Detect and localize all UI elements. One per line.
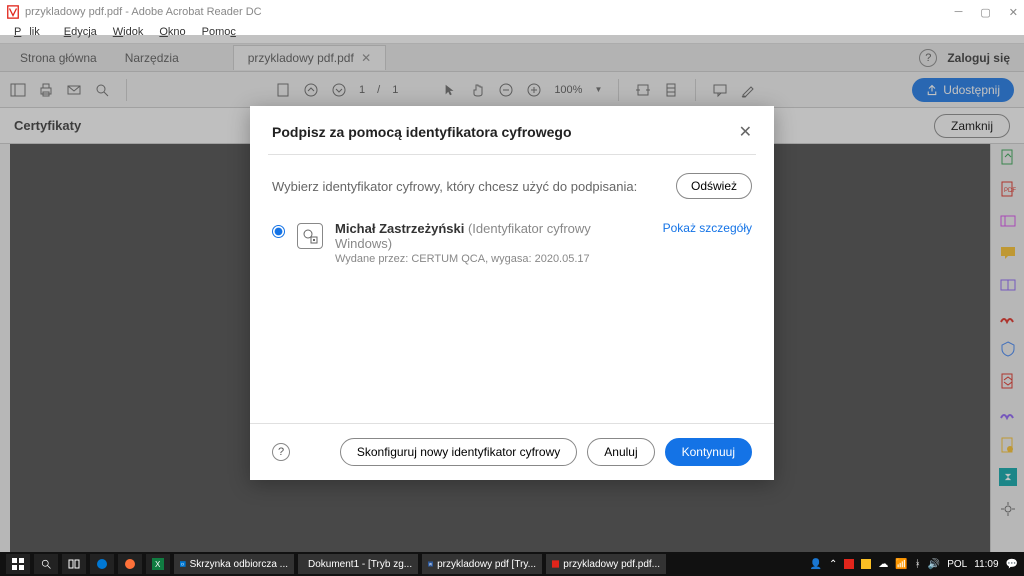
- taskbar-word2[interactable]: Wprzykladowy pdf [Try...: [422, 554, 542, 574]
- firefox-icon[interactable]: [118, 554, 142, 574]
- svg-text:O: O: [181, 562, 184, 566]
- system-tray[interactable]: 👤 ⌃ ☁ 📶 ᚼ 🔊 POL 11:09 💬: [809, 559, 1018, 570]
- help-icon[interactable]: ?: [272, 443, 290, 461]
- edge-icon[interactable]: [90, 554, 114, 574]
- tray-volume-icon[interactable]: 🔊: [928, 559, 940, 570]
- dialog-instruction: Wybierz identyfikator cyfrowy, który chc…: [272, 179, 676, 194]
- excel-icon[interactable]: X: [146, 554, 170, 574]
- tray-time[interactable]: 11:09: [974, 559, 998, 570]
- certificate-icon: [297, 223, 323, 249]
- tray-onedrive-icon[interactable]: ☁: [878, 559, 888, 570]
- refresh-button[interactable]: Odśwież: [676, 173, 752, 199]
- tray-people-icon[interactable]: 👤: [809, 559, 821, 570]
- configure-button[interactable]: Skonfiguruj nowy identyfikator cyfrowy: [340, 438, 577, 466]
- taskview-button[interactable]: [62, 554, 86, 574]
- digital-id-row[interactable]: Michał Zastrzeżyński (Identyfikator cyfr…: [272, 221, 752, 265]
- continue-button[interactable]: Kontynuuj: [665, 438, 752, 466]
- search-button[interactable]: [34, 554, 58, 574]
- tray-up-icon[interactable]: ⌃: [829, 559, 837, 570]
- maximize-button[interactable]: ▢: [980, 6, 990, 19]
- window-titlebar: przykladowy pdf.pdf - Adobe Acrobat Read…: [0, 0, 1024, 24]
- tray-network-icon[interactable]: 📶: [895, 559, 907, 570]
- taskbar-word1[interactable]: WDokument1 - [Tryb zg...: [298, 554, 418, 574]
- tray-language[interactable]: POL: [947, 559, 967, 570]
- id-issuer: Wydane przez: CERTUM QCA, wygasa: 2020.0…: [335, 253, 651, 265]
- cancel-button[interactable]: Anuluj: [587, 438, 654, 466]
- start-button[interactable]: [6, 554, 30, 574]
- svg-text:X: X: [155, 560, 161, 569]
- window-title: przykladowy pdf.pdf - Adobe Acrobat Read…: [25, 6, 955, 18]
- dialog-title: Podpisz za pomocą identyfikatora cyfrowe…: [272, 124, 739, 140]
- minimize-button[interactable]: ─: [955, 6, 963, 19]
- taskbar-outlook[interactable]: OSkrzynka odbiorcza ...: [174, 554, 294, 574]
- id-name: Michał Zastrzeżyński (Identyfikator cyfr…: [335, 221, 651, 251]
- dialog-close-icon[interactable]: ✕: [739, 122, 752, 142]
- tray-app1-icon[interactable]: [844, 559, 854, 569]
- digital-id-radio[interactable]: [272, 225, 285, 238]
- sign-dialog: Podpisz za pomocą identyfikatora cyfrowe…: [250, 106, 774, 480]
- show-details-link[interactable]: Pokaż szczegóły: [663, 221, 752, 235]
- app-icon: [6, 5, 20, 19]
- windows-taskbar: X OSkrzynka odbiorcza ... WDokument1 - […: [0, 552, 1024, 576]
- tray-notifications-icon[interactable]: 💬: [1006, 559, 1018, 570]
- tray-app2-icon[interactable]: [861, 559, 871, 569]
- tray-bluetooth-icon[interactable]: ᚼ: [915, 559, 921, 570]
- taskbar-acrobat[interactable]: przykladowy pdf.pdf...: [546, 554, 666, 574]
- close-button[interactable]: ✕: [1009, 6, 1018, 19]
